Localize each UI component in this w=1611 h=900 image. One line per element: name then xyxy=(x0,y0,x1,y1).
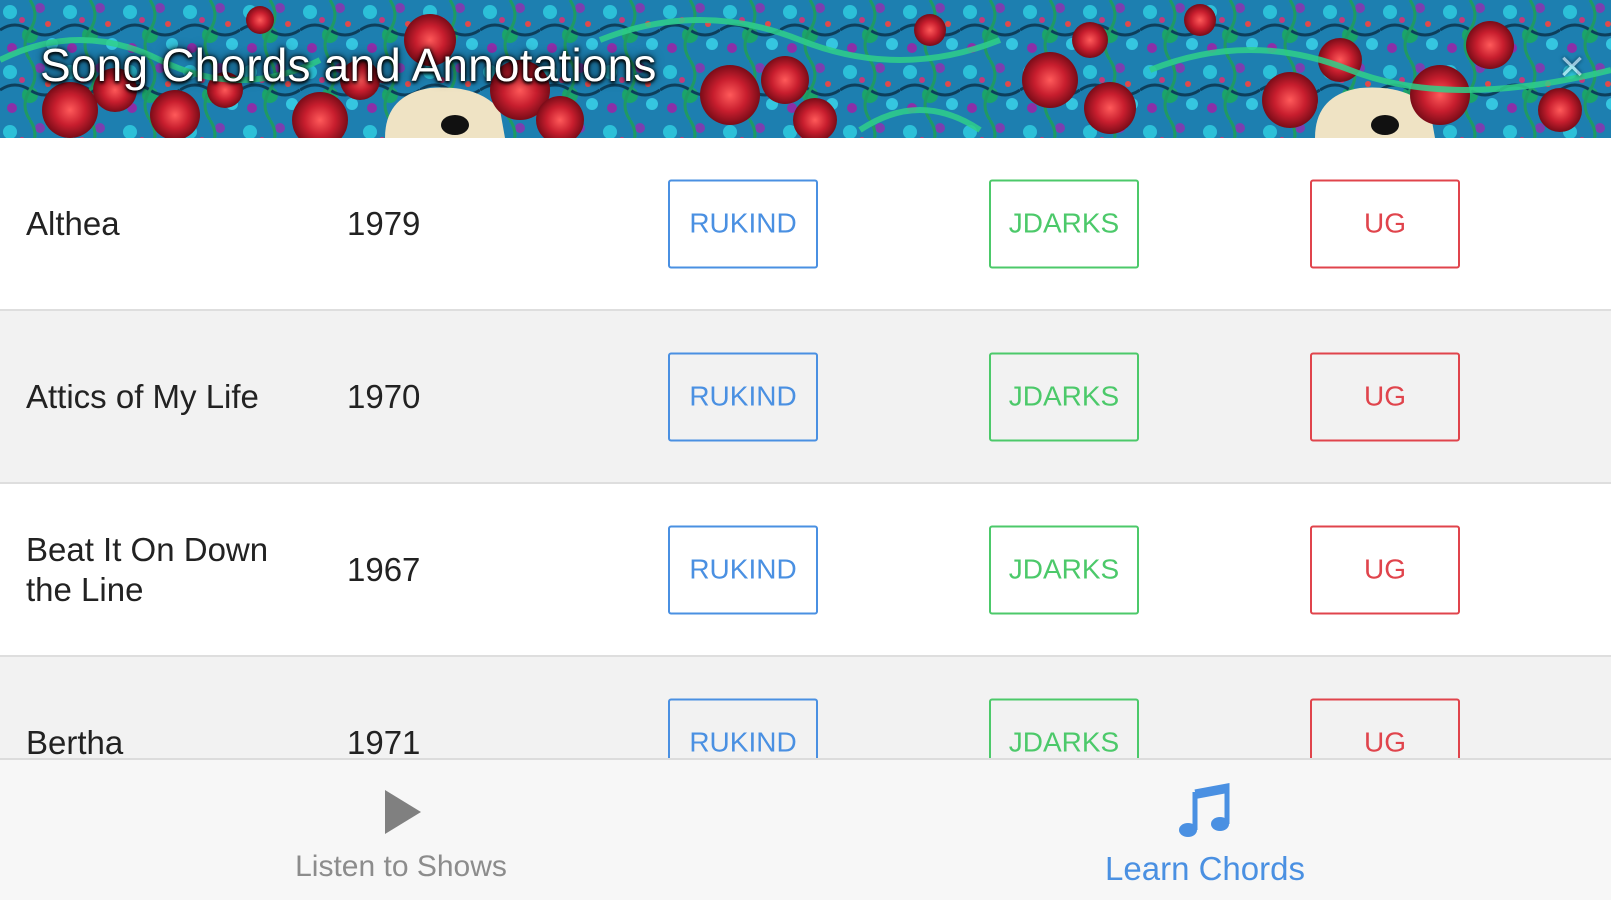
song-list[interactable]: Althea 1979 RUKIND JDARKS UG Attics of M… xyxy=(0,138,1611,758)
song-year: 1967 xyxy=(347,550,421,588)
song-title: Attics of My Life xyxy=(26,377,259,415)
song-year: 1971 xyxy=(347,723,421,759)
song-year: 1979 xyxy=(347,204,421,242)
ug-button[interactable]: UG xyxy=(1310,525,1460,614)
ug-button[interactable]: UG xyxy=(1310,352,1460,441)
song-row: Beat It On Down the Line 1967 RUKIND JDA… xyxy=(0,484,1611,657)
music-note-icon xyxy=(1179,782,1230,837)
header-banner: Song Chords and Annotations × xyxy=(0,0,1611,138)
rukind-button[interactable]: RUKIND xyxy=(668,352,818,441)
tab-label: Learn Chords xyxy=(1105,850,1305,887)
rukind-button[interactable]: RUKIND xyxy=(668,525,818,614)
song-title: Bertha xyxy=(26,723,124,759)
play-icon xyxy=(385,790,421,834)
jdarks-button[interactable]: JDARKS xyxy=(989,525,1139,614)
tab-learn-chords[interactable]: Learn Chords xyxy=(1005,760,1405,900)
bottom-tab-bar: Listen to Shows Learn Chords xyxy=(0,758,1611,900)
app-root: Song Chords and Annotations × Althea 197… xyxy=(0,0,1611,900)
song-title: Althea xyxy=(26,204,120,242)
song-year: 1970 xyxy=(347,377,421,415)
jdarks-button[interactable]: JDARKS xyxy=(989,352,1139,441)
tab-label: Listen to Shows xyxy=(295,850,507,883)
jdarks-button[interactable]: JDARKS xyxy=(989,179,1139,268)
tab-listen-to-shows[interactable]: Listen to Shows xyxy=(201,760,601,900)
jdarks-button[interactable]: JDARKS xyxy=(989,698,1139,758)
ug-button[interactable]: UG xyxy=(1310,179,1460,268)
rukind-button[interactable]: RUKIND xyxy=(668,179,818,268)
rukind-button[interactable]: RUKIND xyxy=(668,698,818,758)
song-row: Bertha 1971 RUKIND JDARKS UG xyxy=(0,657,1611,758)
ug-button[interactable]: UG xyxy=(1310,698,1460,758)
close-icon[interactable]: × xyxy=(1549,44,1595,90)
song-row: Attics of My Life 1970 RUKIND JDARKS UG xyxy=(0,311,1611,484)
page-title: Song Chords and Annotations xyxy=(40,39,657,91)
song-row: Althea 1979 RUKIND JDARKS UG xyxy=(0,138,1611,311)
song-title: Beat It On Down the Line xyxy=(26,530,269,608)
